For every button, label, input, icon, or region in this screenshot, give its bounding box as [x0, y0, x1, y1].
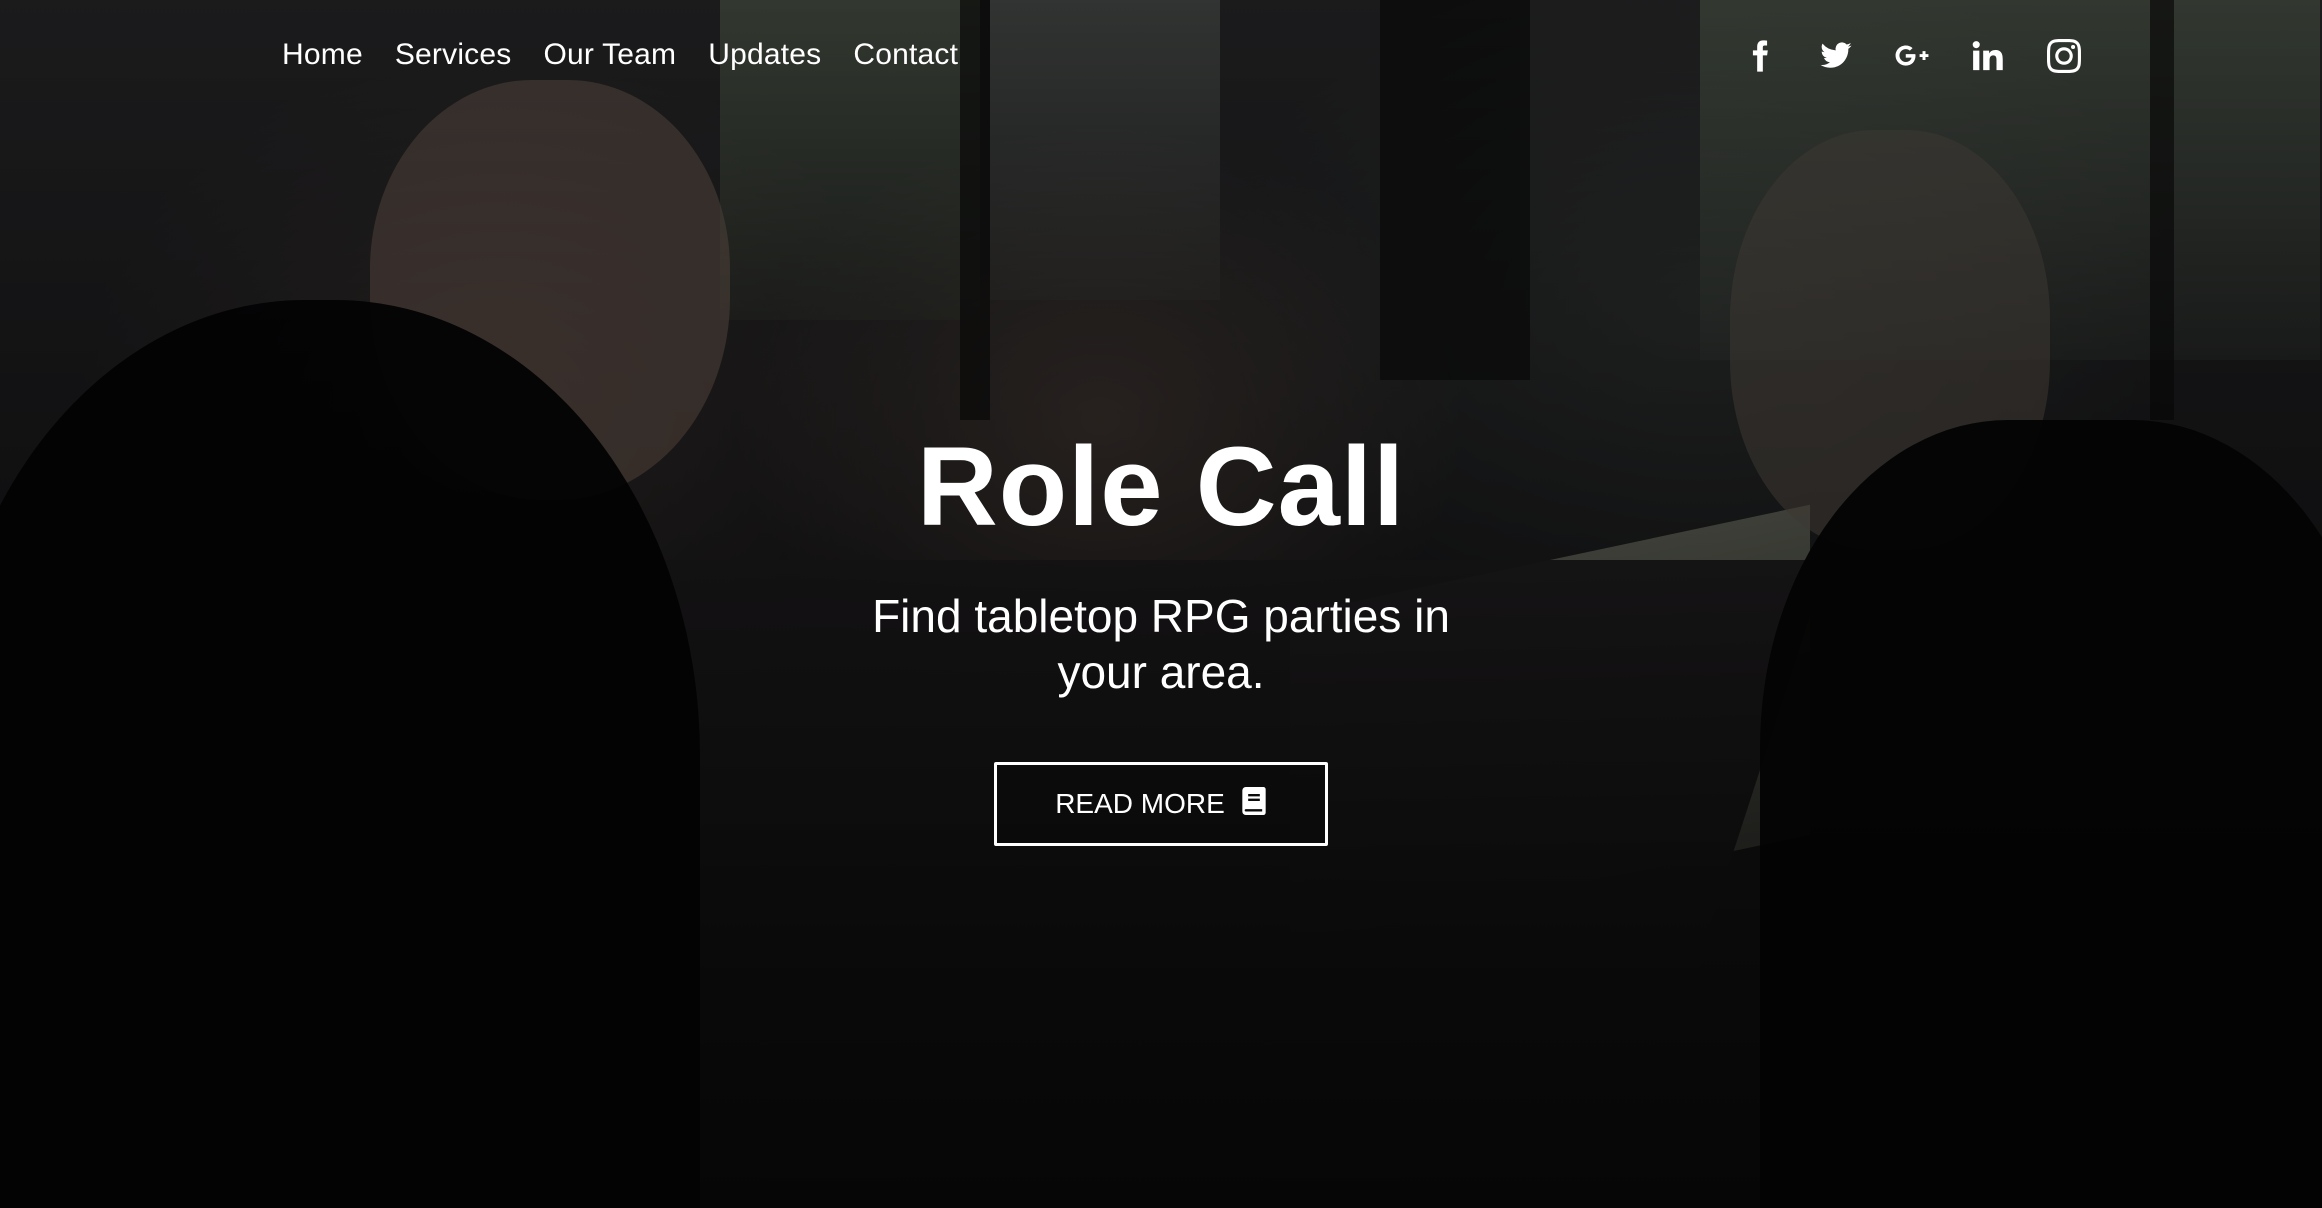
- linkedin-icon[interactable]: [1970, 38, 2006, 74]
- nav-services[interactable]: Services: [395, 38, 512, 72]
- read-more-label: READ MORE: [1055, 788, 1225, 820]
- hero-subtitle: Find tabletop RPG parties in your area.: [872, 590, 1450, 699]
- hero-content: Role Call Find tabletop RPG parties in y…: [0, 424, 2322, 847]
- social-links: [1742, 38, 2082, 74]
- nav-contact[interactable]: Contact: [853, 38, 958, 72]
- instagram-icon[interactable]: [2046, 38, 2082, 74]
- hero-title: Role Call: [916, 424, 1406, 549]
- twitter-icon[interactable]: [1818, 38, 1854, 74]
- hero-section: Home Services Our Team Updates Contact R…: [0, 0, 2322, 1208]
- facebook-icon[interactable]: [1742, 38, 1778, 74]
- book-icon: [1241, 786, 1267, 822]
- read-more-button[interactable]: READ MORE: [994, 762, 1328, 847]
- main-nav: Home Services Our Team Updates Contact: [282, 38, 958, 72]
- google-plus-icon[interactable]: [1894, 38, 1930, 74]
- nav-updates[interactable]: Updates: [708, 38, 821, 72]
- nav-home[interactable]: Home: [282, 38, 363, 72]
- nav-our-team[interactable]: Our Team: [543, 38, 676, 72]
